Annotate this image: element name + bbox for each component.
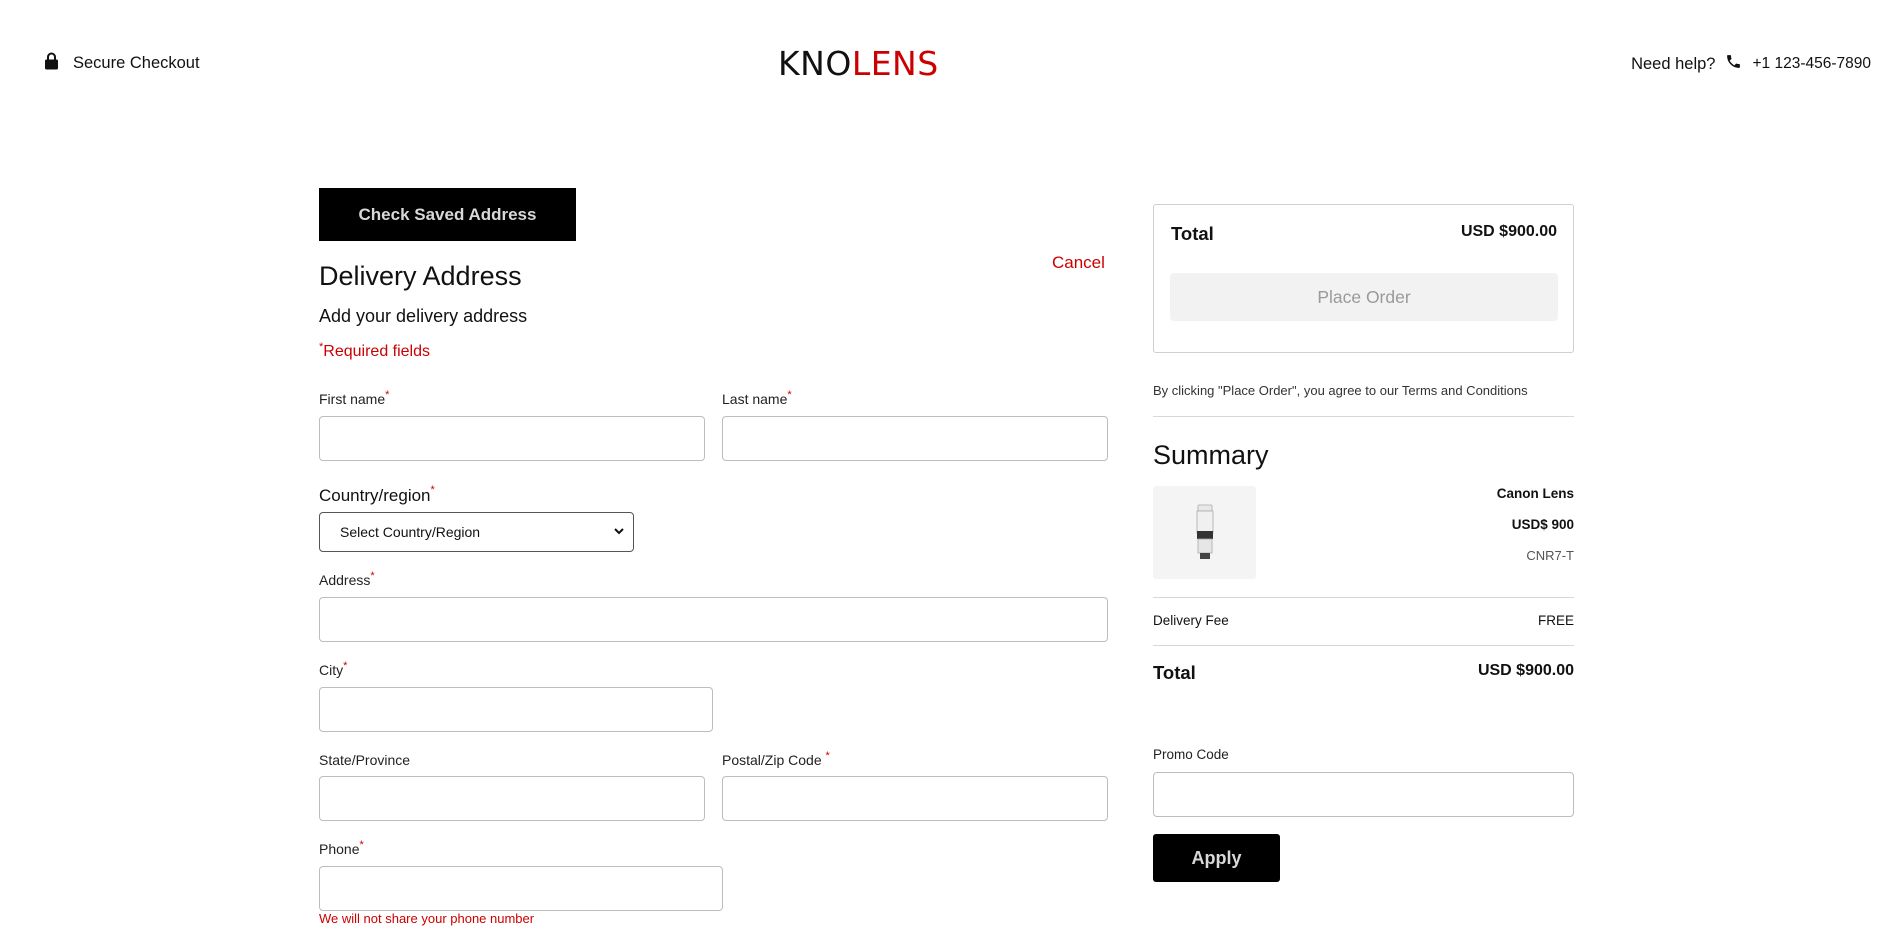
state-field[interactable] [319, 776, 705, 821]
required-mark: * [343, 660, 348, 672]
help-contact: Need help? +1 123-456-7890 [1631, 53, 1871, 75]
postal-label: Postal/Zip Code * [722, 750, 830, 768]
required-mark: * [787, 389, 792, 401]
logo-part-1: KNO [778, 44, 852, 83]
help-phone-number[interactable]: +1 123-456-7890 [1752, 55, 1871, 73]
first-name-label-text: First name [319, 391, 386, 407]
required-fields-text: Required fields [323, 343, 431, 360]
required-mark: * [825, 750, 830, 762]
delivery-fee-label: Delivery Fee [1153, 613, 1229, 628]
logo-part-2: LENS [851, 44, 939, 83]
help-label: Need help? [1631, 54, 1716, 73]
phone-label-text: Phone [319, 841, 360, 857]
country-label-text: Country/region [319, 486, 431, 505]
camera-lens-icon [1196, 504, 1213, 559]
phone-privacy-note: We will not share your phone number [319, 911, 535, 926]
secure-checkout-label: Secure Checkout [73, 54, 200, 72]
form-subtitle: Add your delivery address [319, 306, 528, 326]
required-mark: * [370, 570, 375, 582]
divider [1153, 645, 1574, 646]
product-price: USD$ 900 [1511, 517, 1574, 532]
promo-code-input[interactable] [1153, 772, 1574, 817]
product-thumbnail [1153, 486, 1256, 579]
required-mark: * [359, 839, 364, 851]
product-name: Canon Lens [1496, 486, 1574, 501]
phone-label: Phone* [319, 839, 364, 857]
delivery-fee-value: FREE [1537, 613, 1574, 628]
city-field[interactable] [319, 687, 713, 732]
phone-icon [1725, 53, 1742, 75]
promo-code-label: Promo Code [1153, 747, 1229, 762]
last-name-label-text: Last name [722, 391, 788, 407]
country-select[interactable]: Select Country/Region [319, 512, 634, 552]
address-label-text: Address [319, 572, 371, 588]
lock-icon [44, 52, 59, 75]
state-label: State/Province [319, 752, 411, 768]
city-label: City* [319, 660, 348, 678]
check-saved-address-button[interactable]: Check Saved Address [319, 188, 576, 241]
product-sku: CNR7-T [1526, 548, 1574, 563]
cancel-link[interactable]: Cancel [1052, 253, 1105, 273]
required-fields-note: *Required fields [319, 341, 431, 361]
secure-checkout: Secure Checkout [44, 52, 200, 75]
place-order-button[interactable]: Place Order [1170, 273, 1558, 321]
order-total-value: USD $900.00 [1460, 223, 1557, 240]
brand-logo[interactable]: KNOLENS [778, 44, 939, 83]
apply-promo-button[interactable]: Apply [1153, 834, 1280, 882]
address-field[interactable] [319, 597, 1108, 642]
page-title: Delivery Address [319, 261, 522, 291]
summary-total-value: USD $900.00 [1477, 662, 1574, 679]
last-name-label: Last name* [722, 389, 792, 407]
terms-agreement: By clicking "Place Order", you agree to … [1153, 383, 1528, 398]
first-name-label: First name* [319, 389, 390, 407]
postal-label-text: Postal/Zip Code [722, 752, 822, 768]
required-mark: * [385, 389, 390, 401]
order-total-label: Total [1171, 223, 1214, 244]
postal-code-field[interactable] [722, 776, 1108, 821]
order-total-box: Total USD $900.00 Place Order [1153, 204, 1574, 353]
summary-total-label: Total [1153, 662, 1196, 683]
phone-field[interactable] [319, 866, 723, 911]
required-mark: * [319, 341, 324, 353]
required-mark: * [430, 484, 435, 496]
last-name-field[interactable] [722, 416, 1108, 461]
city-label-text: City [319, 662, 344, 678]
divider [1153, 416, 1574, 417]
chevron-down-icon [613, 524, 625, 540]
country-label: Country/region* [319, 484, 435, 506]
address-label: Address* [319, 570, 375, 588]
first-name-field[interactable] [319, 416, 705, 461]
summary-title: Summary [1153, 440, 1269, 470]
divider [1153, 597, 1574, 598]
country-select-value: Select Country/Region [340, 524, 481, 540]
